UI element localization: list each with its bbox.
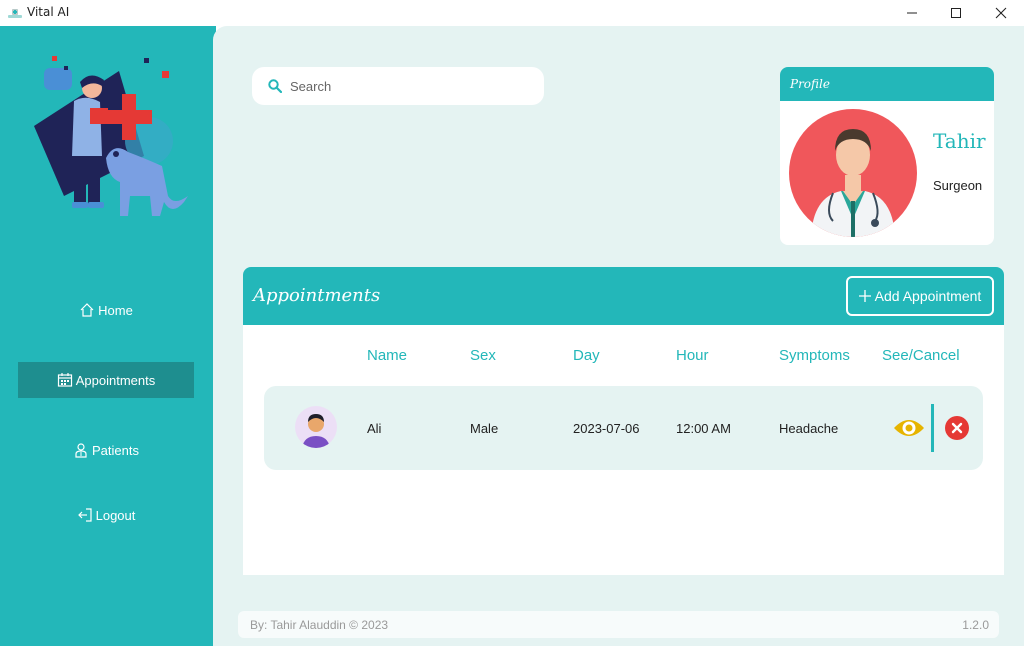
patient-icon xyxy=(75,443,87,458)
appointments-panel: Appointments Add Appointment Name Sex Da… xyxy=(243,267,1004,575)
calendar-icon xyxy=(57,373,72,387)
search-bar[interactable] xyxy=(252,67,544,105)
sidebar-item-label: Home xyxy=(98,302,133,318)
footer-version: 1.2.0 xyxy=(962,618,989,632)
patient-avatar xyxy=(295,406,337,448)
table-row: Ali Male 2023-07-06 12:00 AM Headache xyxy=(264,386,983,470)
search-input[interactable] xyxy=(290,76,530,96)
sidebar-item-logout[interactable]: Logout xyxy=(18,497,194,533)
cell-sex: Male xyxy=(470,421,499,436)
maximize-icon xyxy=(951,8,961,18)
sidebar-item-label: Appointments xyxy=(75,372,156,388)
column-header-sex: Sex xyxy=(470,347,496,364)
window-title: Vital AI xyxy=(27,5,70,19)
view-eye-icon[interactable] xyxy=(893,414,925,442)
plus-icon xyxy=(858,290,871,302)
footer-credit: By: Tahir Alauddin © 2023 xyxy=(250,618,389,632)
search-icon xyxy=(268,79,282,93)
column-header-symptoms: Symptoms xyxy=(779,347,850,364)
column-header-hour: Hour xyxy=(676,347,709,364)
add-appointment-label: Add Appointment xyxy=(874,288,982,304)
cell-hour: 12:00 AM xyxy=(676,421,731,436)
column-header-name: Name xyxy=(367,347,408,364)
cell-name: Ali xyxy=(367,421,382,436)
appointments-header: Appointments Add Appointment xyxy=(243,267,1004,325)
cell-day: 2023-07-06 xyxy=(573,421,640,436)
profile-card: Profile Tahir Surgeon xyxy=(780,67,994,245)
vet-illustration xyxy=(34,56,188,216)
logout-icon xyxy=(77,508,92,522)
title-bar: Vital AI xyxy=(0,0,1024,26)
column-header-day: Day xyxy=(573,347,600,364)
cell-symptoms: Headache xyxy=(779,421,839,436)
profile-header-label: Profile xyxy=(790,77,830,91)
column-header-see-cancel: See/Cancel xyxy=(882,347,960,364)
add-appointment-button[interactable]: Add Appointment xyxy=(846,276,994,316)
sidebar-item-label: Patients xyxy=(92,442,139,458)
close-icon xyxy=(995,7,1007,19)
profile-header: Profile xyxy=(780,67,994,101)
footer: By: Tahir Alauddin © 2023 1.2.0 xyxy=(238,611,999,638)
doctor-avatar xyxy=(789,109,917,237)
sidebar: Home Appointments Patients Logout xyxy=(0,26,216,646)
minimize-button[interactable] xyxy=(889,0,935,26)
cancel-icon[interactable] xyxy=(945,416,969,440)
close-window-button[interactable] xyxy=(978,0,1024,26)
minimize-icon xyxy=(907,12,917,14)
appointments-title: Appointments xyxy=(253,285,381,306)
home-icon xyxy=(80,303,94,317)
sidebar-item-patients[interactable]: Patients xyxy=(18,432,194,468)
sidebar-item-home[interactable]: Home xyxy=(18,292,194,328)
action-divider xyxy=(931,404,934,452)
app-logo-icon xyxy=(8,9,22,18)
profile-role: Surgeon xyxy=(933,178,983,193)
maximize-button[interactable] xyxy=(933,0,979,26)
profile-name: Tahir xyxy=(933,129,986,153)
sidebar-item-label: Logout xyxy=(95,507,136,523)
sidebar-item-appointments[interactable]: Appointments xyxy=(18,362,194,398)
